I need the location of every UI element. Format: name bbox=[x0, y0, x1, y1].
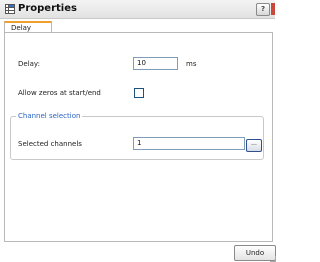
channel-selection-title: Channel selection bbox=[16, 112, 83, 120]
allow-zeros-checkbox[interactable] bbox=[134, 88, 144, 98]
window-title: Properties bbox=[18, 3, 77, 14]
title-bar[interactable]: Properties ? bbox=[0, 0, 275, 19]
help-button[interactable]: ? bbox=[256, 3, 270, 16]
selected-channels-input[interactable]: 1 bbox=[133, 137, 245, 150]
delay-unit: ms bbox=[186, 60, 197, 68]
close-button-edge[interactable] bbox=[271, 3, 275, 15]
browse-channels-button[interactable]: ... bbox=[246, 139, 262, 152]
tab-delay-label: Delay bbox=[11, 24, 32, 32]
selected-channels-label: Selected channels bbox=[18, 140, 82, 148]
delay-label: Delay: bbox=[18, 60, 40, 68]
delay-input[interactable]: 10 bbox=[133, 57, 178, 70]
allow-zeros-label: Allow zeros at start/end bbox=[18, 89, 101, 97]
resize-grip[interactable] bbox=[270, 256, 276, 262]
properties-grid-icon bbox=[5, 4, 15, 14]
properties-window: Properties ? Delay Delay: 10 ms Allow ze… bbox=[0, 0, 276, 262]
